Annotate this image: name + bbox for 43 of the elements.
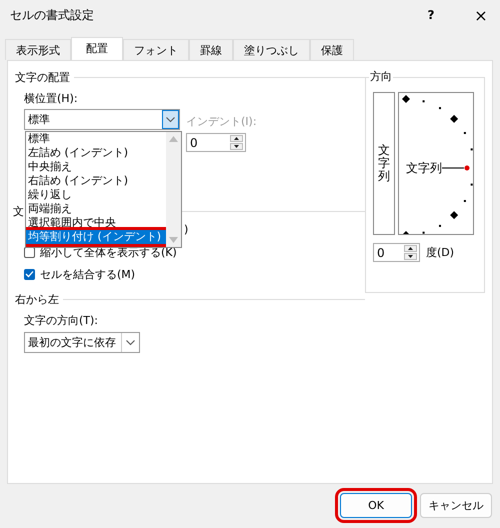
dropdown-option[interactable]: 繰り返し <box>26 188 166 202</box>
window-title: セルの書式設定 <box>10 6 95 24</box>
tab[interactable]: フォント <box>123 39 189 60</box>
section-heading: 文字の配置 <box>15 70 70 84</box>
spin-field[interactable]: 0 <box>373 243 420 262</box>
spin-down-icon[interactable] <box>404 253 417 260</box>
field-label: 度(D) <box>426 245 454 260</box>
spin-up-icon[interactable] <box>404 245 417 252</box>
dialog-button[interactable]: キャンセル <box>420 493 492 518</box>
dropdown-option[interactable]: 選択範囲内で中央 <box>26 216 166 230</box>
tab[interactable]: 配置 <box>71 37 123 61</box>
help-button[interactable]: ? <box>422 8 440 22</box>
horizontal-dropdown[interactable]: 標準 <box>24 109 180 130</box>
section-heading: 右から左 <box>15 292 59 306</box>
chevron-down-icon <box>166 116 175 122</box>
tab[interactable]: 罫線 <box>189 39 233 60</box>
close-button[interactable]: × <box>472 6 490 24</box>
dropdown-option[interactable]: 右詰め (インデント) <box>26 174 166 188</box>
chevron-down-icon <box>126 340 135 346</box>
vertical-text-option[interactable]: 文字列 <box>373 92 395 235</box>
section-heading: 文 <box>13 204 24 218</box>
field-label: 文字の方向(T): <box>24 313 100 328</box>
dropdown-list[interactable]: 標準 左詰め (インデント) 中央揃え 右詰め (インデント) 繰り返し 両端揃え 選択範囲内で中央 均等割り付け (インデント) <box>25 131 182 248</box>
spin-field[interactable]: 0 <box>186 133 246 152</box>
checkbox-label: ) <box>184 223 188 236</box>
spin-up-icon[interactable] <box>230 135 243 142</box>
tab[interactable]: 塗りつぶし <box>233 39 310 60</box>
section-heading: 方向 <box>369 69 393 84</box>
dropdown-option[interactable]: 均等割り付け (インデント) <box>26 230 166 244</box>
dropdown-option[interactable]: 中央揃え <box>26 160 166 174</box>
tab[interactable]: 保護 <box>310 39 354 60</box>
field-label: インデント(I): <box>186 114 257 129</box>
dropdown-option[interactable]: 標準 <box>26 132 166 146</box>
checkbox[interactable] <box>24 268 35 280</box>
angle-pointer-icon[interactable] <box>442 165 470 171</box>
dropdown-option[interactable]: 左詰め (インデント) <box>26 146 166 160</box>
field-label: 横位置(H): <box>24 91 79 106</box>
tab[interactable]: 表示形式 <box>5 39 71 60</box>
orientation-dial[interactable]: 文字列 <box>398 92 474 235</box>
spin-down-icon[interactable] <box>230 143 243 150</box>
dropdown-option[interactable]: 両端揃え <box>26 202 166 216</box>
text-direction-dropdown[interactable]: 最初の文字に依存 <box>24 332 140 353</box>
checkbox-label: セルを結合する(M) <box>40 266 136 282</box>
